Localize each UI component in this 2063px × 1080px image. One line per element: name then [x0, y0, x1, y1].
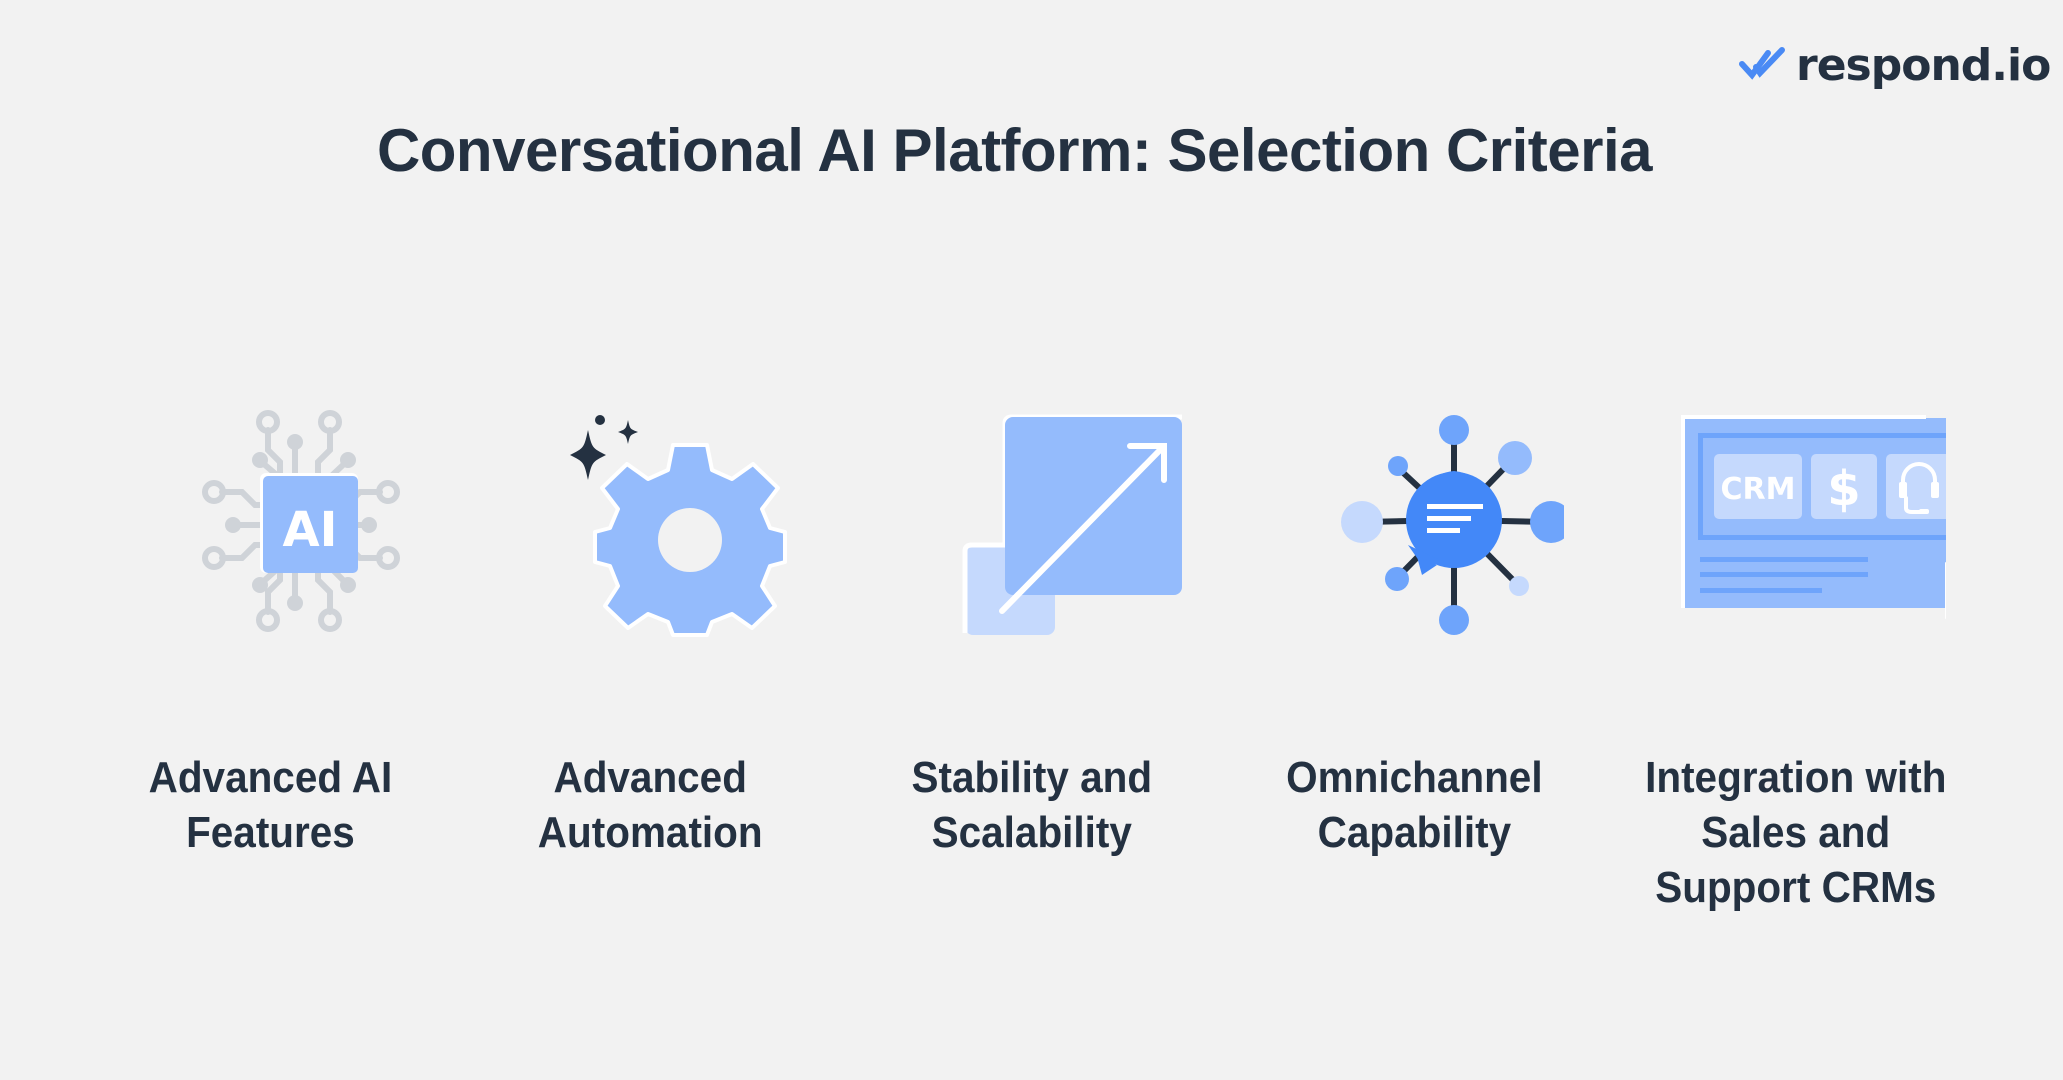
chat-hub-network-icon — [1264, 400, 1564, 640]
dollar-tile-label: $ — [1827, 461, 1860, 517]
chip-label: AI — [282, 502, 337, 558]
page-title: Conversational AI Platform: Selection Cr… — [376, 117, 1653, 184]
gear-sparkle-icon — [500, 400, 800, 640]
double-check-icon — [1738, 44, 1788, 89]
criteria-label: Integration with Sales and Support CRMs — [1645, 753, 1947, 912]
criteria-card-advanced-ai: AI Advanced AI Features — [80, 400, 460, 860]
logo-text: respond.io — [1796, 40, 2051, 91]
criteria-label: Advanced Automation — [537, 753, 763, 857]
criteria-label: Advanced AI Features — [148, 753, 392, 857]
respond-io-logo: respond.io — [1738, 38, 2051, 94]
criteria-card-stability-scalability: Stability and Scalability — [842, 400, 1222, 860]
criteria-label: Stability and Scalability — [911, 753, 1153, 857]
criteria-card-omnichannel: Omnichannel Capability — [1224, 400, 1604, 860]
crm-tile-label: CRM — [1721, 472, 1796, 507]
crm-dashboard-cursor-icon: CRM $ — [1646, 400, 1946, 640]
ai-chip-icon: AI — [120, 400, 420, 640]
criteria-card-crm-integration: CRM $ Integration with Sales and Support… — [1606, 400, 1986, 915]
scale-up-arrow-icon — [882, 400, 1182, 640]
criteria-label: Omnichannel Capability — [1285, 753, 1543, 857]
criteria-card-advanced-automation: Advanced Automation — [460, 400, 840, 860]
